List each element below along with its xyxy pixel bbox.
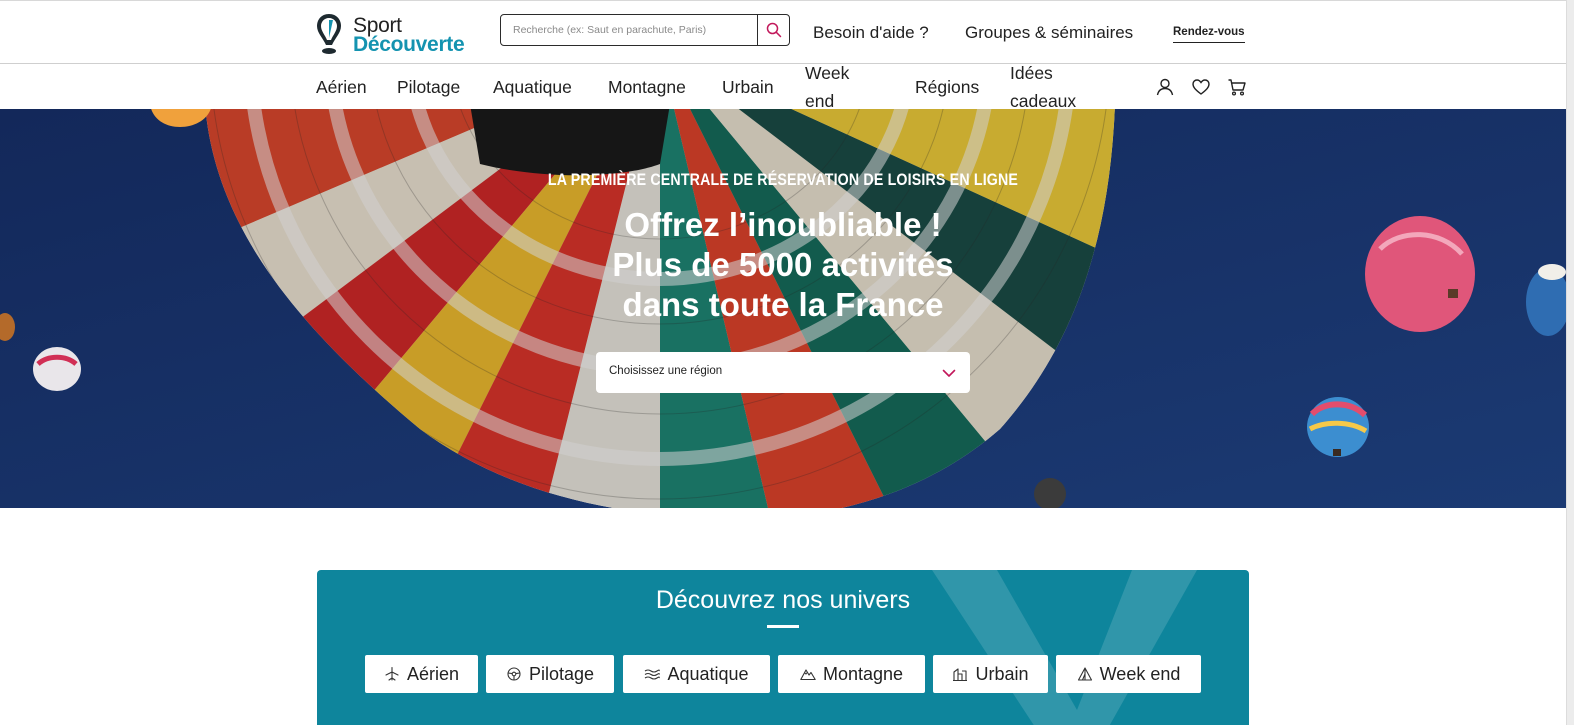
help-link[interactable]: Besoin d'aide ? <box>813 23 929 43</box>
top-header: Sport Découverte Besoin d'aide ? Groupes… <box>0 0 1566 64</box>
chip-label: Aérien <box>406 663 460 684</box>
scrollbar[interactable] <box>1566 0 1574 725</box>
region-select[interactable]: Choisissez une région <box>596 352 970 393</box>
univers-chip-week-end[interactable]: Week end <box>1056 655 1201 693</box>
chip-label: Montagne <box>822 663 904 684</box>
chip-label: Pilotage <box>528 663 595 684</box>
search-box <box>500 14 790 46</box>
location-pin-logo-icon <box>317 14 341 54</box>
search-icon <box>766 22 782 38</box>
univers-chip-urbain[interactable]: Urbain <box>933 655 1048 693</box>
chip-label: Aquatique <box>667 663 749 684</box>
chevron-down-icon <box>942 369 956 377</box>
nav-item-pilotage[interactable]: Pilotage <box>397 73 460 101</box>
wave-icon <box>645 669 661 680</box>
search-input[interactable] <box>501 15 757 45</box>
hero-kicker: LA PREMIÈRE CENTRALE DE RÉSERVATION DE L… <box>547 171 1019 189</box>
hero-title-line: Plus de 5000 activités <box>612 246 954 283</box>
chip-label: Urbain <box>975 663 1029 684</box>
nav-item-urbain[interactable]: Urbain <box>722 73 774 101</box>
cart-icon[interactable] <box>1227 77 1247 97</box>
plane-icon <box>385 666 399 681</box>
hero-title: Offrez l’inoubliable ! Plus de 5000 acti… <box>0 205 1566 325</box>
groups-seminars-link[interactable]: Groupes & séminaires <box>965 23 1133 43</box>
user-icon[interactable] <box>1155 77 1175 97</box>
univers-section: Découvrez nos univers Aérien Pilotage Aq… <box>317 570 1249 725</box>
univers-chip-pilotage[interactable]: Pilotage <box>486 655 614 693</box>
region-select-label: Choisissez une région <box>609 365 723 377</box>
hero-title-line: Offrez l’inoubliable ! <box>624 206 942 243</box>
brand-line2: Découverte <box>353 33 465 56</box>
nav-item-idees-cadeaux[interactable]: Idées cadeaux <box>1010 59 1090 115</box>
title-underline <box>767 625 799 628</box>
nav-item-aquatique[interactable]: Aquatique <box>493 73 572 101</box>
rendez-vous-link[interactable]: Rendez-vous <box>1173 26 1245 43</box>
univers-chip-aquatique[interactable]: Aquatique <box>623 655 770 693</box>
univers-chip-montagne[interactable]: Montagne <box>778 655 925 693</box>
search-button[interactable] <box>759 15 789 45</box>
nav-item-montagne[interactable]: Montagne <box>608 73 686 101</box>
nav-item-aerien[interactable]: Aérien <box>316 73 367 101</box>
chip-label: Week end <box>1099 663 1181 684</box>
nav-item-regions[interactable]: Régions <box>915 73 979 101</box>
heart-icon[interactable] <box>1191 77 1211 97</box>
hero-title-line: dans toute la France <box>622 286 944 323</box>
logo[interactable]: Sport Découverte <box>316 13 476 56</box>
tent-icon <box>1077 667 1092 681</box>
search-divider <box>757 15 758 45</box>
main-nav: Aérien Pilotage Aquatique Montagne Urbai… <box>0 63 1566 111</box>
nav-item-week-end[interactable]: Week end <box>805 59 865 115</box>
hero-banner: LA PREMIÈRE CENTRALE DE RÉSERVATION DE L… <box>0 109 1566 508</box>
univers-chip-aerien[interactable]: Aérien <box>365 655 478 693</box>
steering-wheel-icon <box>507 667 521 681</box>
mountain-icon <box>800 669 816 681</box>
univers-title: Découvrez nos univers <box>655 586 911 614</box>
building-icon <box>953 668 968 682</box>
